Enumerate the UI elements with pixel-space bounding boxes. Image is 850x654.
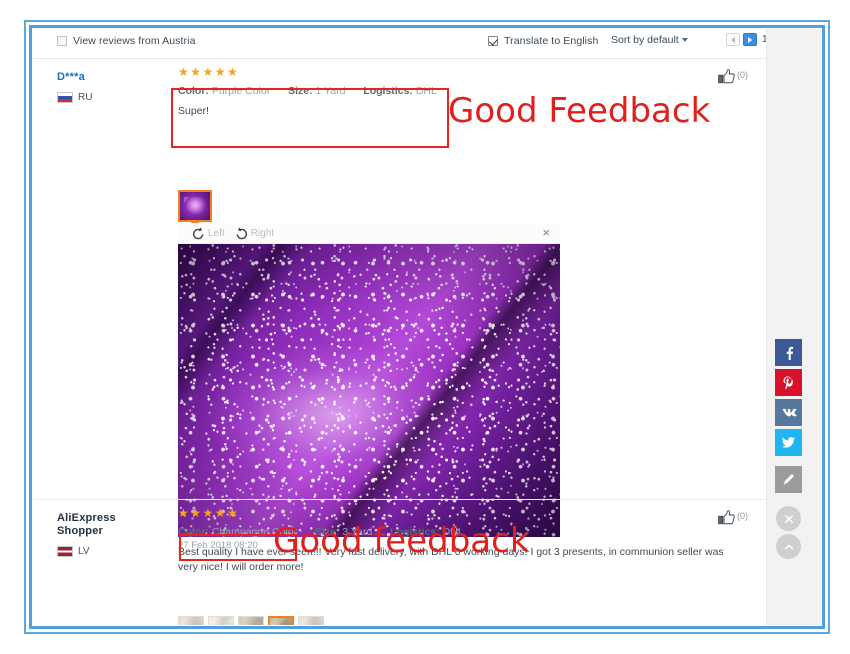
view-reviews-checkbox[interactable] — [57, 36, 67, 46]
reviewer-name: AliExpress — [57, 512, 116, 524]
chevron-left-icon — [731, 36, 735, 43]
attr-size-value: 1 Yard — [315, 85, 346, 97]
reviews-column: View reviews from Austria Translate to E… — [33, 29, 776, 625]
social-share-sidebar — [775, 339, 802, 559]
view-reviews-label: View reviews from Austria — [73, 35, 196, 47]
rating-stars: ★★★★★ — [178, 65, 240, 79]
thumbs-up-icon — [718, 69, 735, 84]
annotation-text-bottom: Good feedback — [273, 521, 530, 561]
prev-page-button[interactable] — [726, 33, 740, 46]
attr-logistics-label: Logistics: — [363, 85, 413, 97]
review-thumbnail-selected[interactable] — [178, 190, 212, 227]
chevron-down-icon — [681, 38, 688, 43]
translate-checkbox[interactable] — [488, 36, 498, 46]
attr-color-label: Color: — [178, 85, 209, 97]
close-sidebar-button[interactable] — [776, 506, 801, 531]
rotate-right-button[interactable]: Right — [235, 226, 275, 240]
next-page-button[interactable] — [743, 33, 757, 46]
attr-color-value: Purple Color — [211, 85, 271, 97]
country-code: LV — [78, 546, 90, 557]
helpful-vote-control[interactable]: (0) — [718, 69, 748, 84]
review-image-thumbnails — [178, 616, 324, 625]
image-viewer: Left Right × — [178, 223, 560, 538]
sort-dropdown-label: Sort by default — [611, 34, 679, 46]
sort-dropdown[interactable]: Sort by default — [611, 34, 688, 46]
country-code: RU — [78, 92, 93, 103]
twitter-icon — [781, 437, 796, 448]
review-photo-purple-glitter-fabric[interactable] — [178, 244, 560, 537]
chevron-up-icon — [784, 544, 793, 549]
review-image-thumbnails — [178, 190, 212, 227]
reviewer-name: D***a — [57, 71, 85, 83]
rotate-right-icon — [236, 226, 247, 239]
translate-to-english-control[interactable]: Translate to English — [488, 35, 598, 47]
thumbs-up-icon — [718, 510, 735, 525]
helpful-vote-count: (0) — [737, 70, 748, 80]
attr-color-label: Color: — [178, 526, 209, 538]
rotate-right-label: Right — [250, 227, 275, 239]
rating-stars: ★★★★★ — [178, 506, 240, 520]
translate-label: Translate to English — [504, 35, 599, 47]
pencil-icon — [783, 473, 795, 486]
twitter-share-button[interactable] — [775, 429, 802, 456]
chevron-right-icon — [748, 36, 752, 43]
flag-russia-icon — [57, 92, 73, 103]
vk-share-button[interactable] — [775, 399, 802, 426]
rotate-left-label: Left — [208, 227, 225, 239]
review-thumbnail-selected[interactable] — [268, 616, 294, 625]
facebook-icon — [786, 346, 794, 360]
edit-review-button[interactable] — [775, 466, 802, 493]
reviewer-country: LV — [57, 546, 147, 557]
pinterest-icon — [783, 376, 793, 390]
close-icon[interactable]: × — [542, 226, 550, 239]
reviewer-info: D***a RU — [57, 71, 147, 103]
close-icon — [784, 514, 793, 523]
helpful-vote-count: (0) — [737, 511, 748, 521]
view-reviews-from-country-control[interactable]: View reviews from Austria — [57, 35, 196, 47]
image-viewer-toolbar: Left Right × — [178, 223, 560, 244]
review-thumbnail[interactable] — [178, 616, 204, 625]
annotation-text-top: Good Feedback — [448, 91, 711, 131]
facebook-share-button[interactable] — [775, 339, 802, 366]
reviewer-country: RU — [57, 92, 147, 103]
review-thumbnail[interactable] — [238, 616, 264, 625]
screenshot-root: View reviews from Austria Translate to E… — [0, 0, 850, 654]
rotate-left-button[interactable]: Left — [192, 226, 225, 240]
reviewer-info: AliExpress Shopper LV — [57, 512, 147, 557]
photo-layer-vignette — [178, 244, 560, 537]
reviews-toolbar: View reviews from Austria Translate to E… — [33, 29, 776, 59]
attr-logistics-value: DHL — [415, 85, 437, 97]
flag-latvia-icon — [57, 546, 73, 557]
helpful-vote-control[interactable]: (0) — [718, 510, 748, 525]
reviewer-name-second-line: Shopper — [57, 525, 104, 537]
rotate-left-icon — [192, 226, 204, 239]
review-item: AliExpress Shopper LV ★★★★★ Color: Champ… — [33, 499, 766, 625]
review-thumbnail[interactable] — [208, 616, 234, 625]
pinterest-share-button[interactable] — [775, 369, 802, 396]
attr-size-label: Size: — [288, 85, 313, 97]
reviews-panel: View reviews from Austria Translate to E… — [33, 29, 821, 625]
vk-icon — [782, 408, 796, 416]
review-thumbnail[interactable] — [298, 616, 324, 625]
scroll-to-top-button[interactable] — [776, 534, 801, 559]
